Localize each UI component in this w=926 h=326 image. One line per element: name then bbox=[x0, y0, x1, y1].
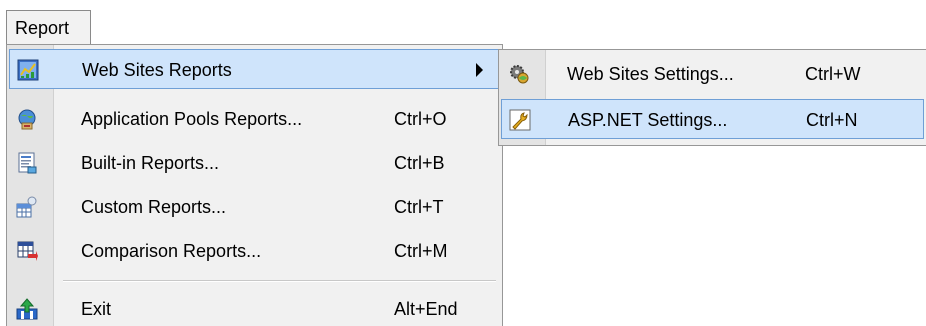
menu-item-shortcut: Ctrl+T bbox=[394, 197, 444, 217]
menu-item-custom-reports[interactable]: Custom Reports... Ctrl+T bbox=[9, 187, 500, 227]
menu-item-label: Web Sites Reports bbox=[82, 60, 232, 80]
menu-item-application-pools-reports[interactable]: Application Pools Reports... Ctrl+O bbox=[9, 99, 500, 139]
menu-item-shortcut: Ctrl+O bbox=[394, 109, 447, 129]
web-sites-reports-icon bbox=[17, 59, 39, 81]
menu-item-label: Exit bbox=[81, 299, 112, 319]
menu-item-label: ASP.NET Settings... bbox=[568, 110, 728, 130]
menu-item-web-sites-reports[interactable]: Web Sites Reports bbox=[9, 49, 500, 89]
menu-separator bbox=[63, 280, 496, 282]
menu-item-shortcut: Ctrl+N bbox=[806, 110, 858, 130]
application-pools-icon bbox=[18, 109, 36, 130]
web-sites-reports-submenu: Web Sites Settings... Ctrl+W ASP.NET Set… bbox=[498, 49, 926, 146]
built-in-reports-icon bbox=[18, 152, 37, 174]
menu-report[interactable]: Report bbox=[6, 10, 91, 45]
menu-item-aspnet-settings[interactable]: ASP.NET Settings... Ctrl+N bbox=[501, 99, 924, 139]
report-dropdown-menu: Web Sites Reports Application Pools Repo… bbox=[6, 44, 503, 326]
menu-item-shortcut: Ctrl+W bbox=[805, 64, 861, 84]
menu-item-web-sites-settings[interactable]: Web Sites Settings... Ctrl+W bbox=[501, 54, 924, 94]
menu-item-built-in-reports[interactable]: Built-in Reports... Ctrl+B bbox=[9, 143, 500, 183]
web-sites-settings-icon bbox=[510, 65, 529, 84]
menu-item-comparison-reports[interactable]: Comparison Reports... Ctrl+M bbox=[9, 231, 500, 271]
custom-reports-icon bbox=[16, 196, 37, 218]
exit-icon bbox=[16, 298, 38, 320]
menu-item-exit[interactable]: Exit Alt+End bbox=[9, 289, 500, 326]
aspnet-settings-icon bbox=[509, 109, 531, 131]
menu-item-label: Built-in Reports... bbox=[81, 153, 220, 173]
menu-item-label: Comparison Reports... bbox=[81, 241, 262, 261]
submenu-arrow-icon bbox=[476, 63, 483, 77]
comparison-reports-icon bbox=[17, 241, 38, 261]
menu-item-shortcut: Ctrl+M bbox=[394, 241, 448, 261]
menu-item-label: Custom Reports... bbox=[81, 197, 227, 217]
menu-item-shortcut: Ctrl+B bbox=[394, 153, 445, 173]
menu-item-shortcut: Alt+End bbox=[394, 299, 458, 319]
application-window: Report Web Sites Reports Application Poo… bbox=[0, 0, 926, 326]
menu-item-label: Application Pools Reports... bbox=[81, 109, 303, 129]
menu-item-label: Web Sites Settings... bbox=[567, 64, 734, 84]
